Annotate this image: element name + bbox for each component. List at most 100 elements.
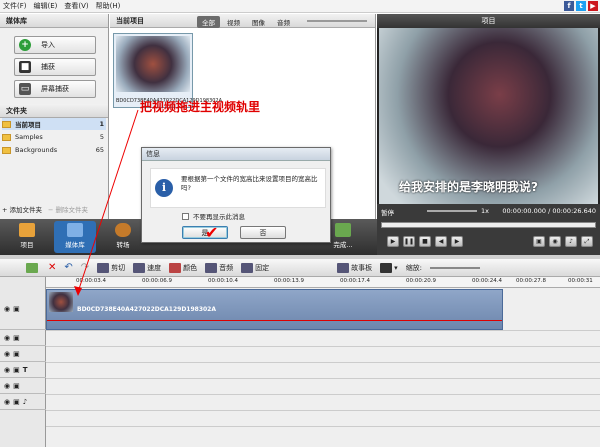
tab-video[interactable]: 视频 bbox=[222, 16, 245, 28]
overlay-track-header-2[interactable]: ◉ ▣ bbox=[0, 346, 46, 362]
track-headers: ◉ ▣ ◉ ▣ ◉ ▣ ◉ ▣ T ◉ ▣ ◉ ▣ ♪ bbox=[0, 277, 46, 447]
folder-icon bbox=[2, 146, 11, 154]
eye-icon[interactable]: ◉ bbox=[4, 305, 10, 313]
video-track-header[interactable]: ◉ ▣ bbox=[0, 288, 46, 330]
stop-button[interactable]: ■ bbox=[419, 236, 431, 247]
volume-icon[interactable]: ♪ bbox=[565, 236, 577, 247]
social-links: f t ▶ bbox=[564, 1, 598, 11]
ruler-tick: 00:00:06.9 bbox=[142, 278, 172, 284]
color-button[interactable]: 颜色 bbox=[169, 262, 198, 273]
pause-button[interactable]: ❚❚ bbox=[403, 236, 415, 247]
lock-icon[interactable]: ▣ bbox=[13, 334, 20, 342]
checkmark-icon: ✔ bbox=[205, 223, 219, 242]
delete-button[interactable]: ✕ bbox=[48, 262, 56, 273]
playback-state: 暂停 bbox=[381, 209, 394, 217]
youtube-icon[interactable]: ▶ bbox=[588, 1, 598, 11]
storyboard-button[interactable]: 故事板 bbox=[337, 262, 373, 273]
fullscreen-icon[interactable]: ⤢ bbox=[581, 236, 593, 247]
text-track-header[interactable]: ◉ ▣ T bbox=[0, 362, 46, 378]
tab-all[interactable]: 全部 bbox=[197, 16, 220, 28]
menu-view[interactable]: 查看(V) bbox=[64, 1, 88, 11]
lock-icon[interactable]: ▣ bbox=[13, 366, 20, 374]
lock-icon[interactable]: ▣ bbox=[13, 382, 20, 390]
ruler-tick: 00:00:10.4 bbox=[208, 278, 238, 284]
filter-tabs: 全部 视频 图像 音频 bbox=[197, 16, 295, 28]
stabilize-label: 固定 bbox=[255, 263, 270, 272]
annotation-text: 把视频拖进主视频轨里 bbox=[140, 100, 261, 114]
screen-capture-button[interactable]: ▭ 屏幕捕获 bbox=[14, 80, 96, 98]
next-frame-button[interactable]: ▶ bbox=[451, 236, 463, 247]
thumbnail-size-slider[interactable] bbox=[307, 20, 367, 22]
color-label: 颜色 bbox=[183, 263, 198, 272]
menu-file[interactable]: 文件(F) bbox=[3, 1, 27, 11]
folder-name: Samples bbox=[15, 133, 43, 141]
facebook-icon[interactable]: f bbox=[564, 1, 574, 11]
menu-help[interactable]: 帮助(H) bbox=[96, 1, 121, 11]
add-track-button[interactable] bbox=[26, 262, 40, 273]
zoom-track bbox=[430, 266, 481, 269]
storyboard-label: 故事板 bbox=[351, 263, 373, 272]
seek-bar[interactable] bbox=[381, 222, 596, 228]
track-separator bbox=[46, 394, 600, 395]
menu-bar: 文件(F) 编辑(E) 查看(V) 帮助(H) f t ▶ bbox=[0, 0, 600, 13]
ruler-tick: 00:00:17.4 bbox=[340, 278, 370, 284]
folder-name: 当前项目 bbox=[15, 121, 41, 129]
media-thumbnail[interactable]: BD0CD738E40A427022DCA129D198302A bbox=[113, 33, 222, 108]
capture-button[interactable]: ■ 捕获 bbox=[14, 58, 96, 76]
audio-button[interactable]: 音频 bbox=[205, 262, 233, 273]
stabilize-button[interactable]: 固定 bbox=[241, 262, 270, 273]
lock-icon[interactable]: ▣ bbox=[13, 305, 20, 313]
track-separator bbox=[46, 410, 600, 411]
add-folder-button[interactable]: + 添加文件夹 bbox=[2, 204, 42, 214]
preview-panel: 项目 给我安排的是李晓明我说? bbox=[377, 14, 600, 219]
delete-icon: ✕ bbox=[48, 262, 57, 273]
checkbox-box[interactable] bbox=[182, 212, 189, 220]
snapshot-icon[interactable]: ◉ bbox=[549, 236, 561, 247]
prev-frame-button[interactable]: ◀ bbox=[435, 236, 447, 247]
color-icon bbox=[169, 262, 182, 273]
zoom-slider[interactable] bbox=[430, 266, 481, 269]
display-icon[interactable]: ▣ bbox=[533, 236, 545, 247]
ruler-tick: 00:00:20.9 bbox=[406, 278, 436, 284]
eye-icon[interactable]: ◉ bbox=[4, 382, 10, 390]
track-separator bbox=[46, 378, 600, 379]
capture-label: 捕获 bbox=[41, 63, 55, 71]
text-icon: T bbox=[22, 365, 28, 374]
info-icon: i bbox=[155, 179, 173, 197]
mode-project[interactable]: 项目 bbox=[6, 221, 48, 253]
lock-icon[interactable]: ▣ bbox=[13, 398, 20, 406]
info-dialog: 信息 i 要根据第一个文件的宽高比来设置项目的宽高比吗? 不要再显示此消息 是 … bbox=[141, 147, 331, 243]
finish-mode-icon bbox=[335, 223, 351, 237]
music-icon: ♪ bbox=[22, 397, 28, 406]
track-separator bbox=[46, 346, 600, 347]
effects-track-header[interactable]: ◉ ▣ bbox=[0, 378, 46, 394]
no-button[interactable]: 否 bbox=[240, 226, 286, 239]
lock-icon[interactable]: ▣ bbox=[13, 350, 20, 358]
mode-label: 完成... bbox=[333, 241, 353, 249]
preview-subtitle: 给我安排的是李晓明我说? bbox=[399, 180, 538, 194]
menu-edit[interactable]: 编辑(E) bbox=[34, 1, 58, 11]
overlay-track-header[interactable]: ◉ ▣ bbox=[0, 330, 46, 346]
ruler-tick: 00:00:27.8 bbox=[516, 278, 546, 284]
preview-video: 给我安排的是李晓明我说? bbox=[379, 28, 598, 218]
monitor-icon: ▭ bbox=[19, 83, 31, 95]
annotation-arrow bbox=[74, 109, 139, 296]
import-button[interactable]: + 导入 bbox=[14, 36, 96, 54]
track-separator bbox=[46, 362, 600, 363]
mode-label: 项目 bbox=[20, 241, 34, 249]
tab-image[interactable]: 图像 bbox=[247, 16, 270, 28]
eye-icon[interactable]: ◉ bbox=[4, 398, 10, 406]
eye-icon[interactable]: ◉ bbox=[4, 366, 10, 374]
speed-slider[interactable] bbox=[427, 210, 477, 212]
tv-output-button[interactable]: ▾ bbox=[380, 262, 398, 273]
tv-icon bbox=[380, 262, 393, 273]
tab-audio[interactable]: 音频 bbox=[272, 16, 295, 28]
dont-show-again-checkbox[interactable]: 不要再显示此消息 bbox=[182, 211, 245, 221]
ruler-tick: 00:00:13.9 bbox=[274, 278, 304, 284]
audio-track-header[interactable]: ◉ ▣ ♪ bbox=[0, 394, 46, 410]
twitter-icon[interactable]: t bbox=[576, 1, 586, 11]
folder-icon bbox=[2, 133, 11, 141]
play-button[interactable]: ▶ bbox=[387, 236, 399, 247]
eye-icon[interactable]: ◉ bbox=[4, 350, 10, 358]
eye-icon[interactable]: ◉ bbox=[4, 334, 10, 342]
